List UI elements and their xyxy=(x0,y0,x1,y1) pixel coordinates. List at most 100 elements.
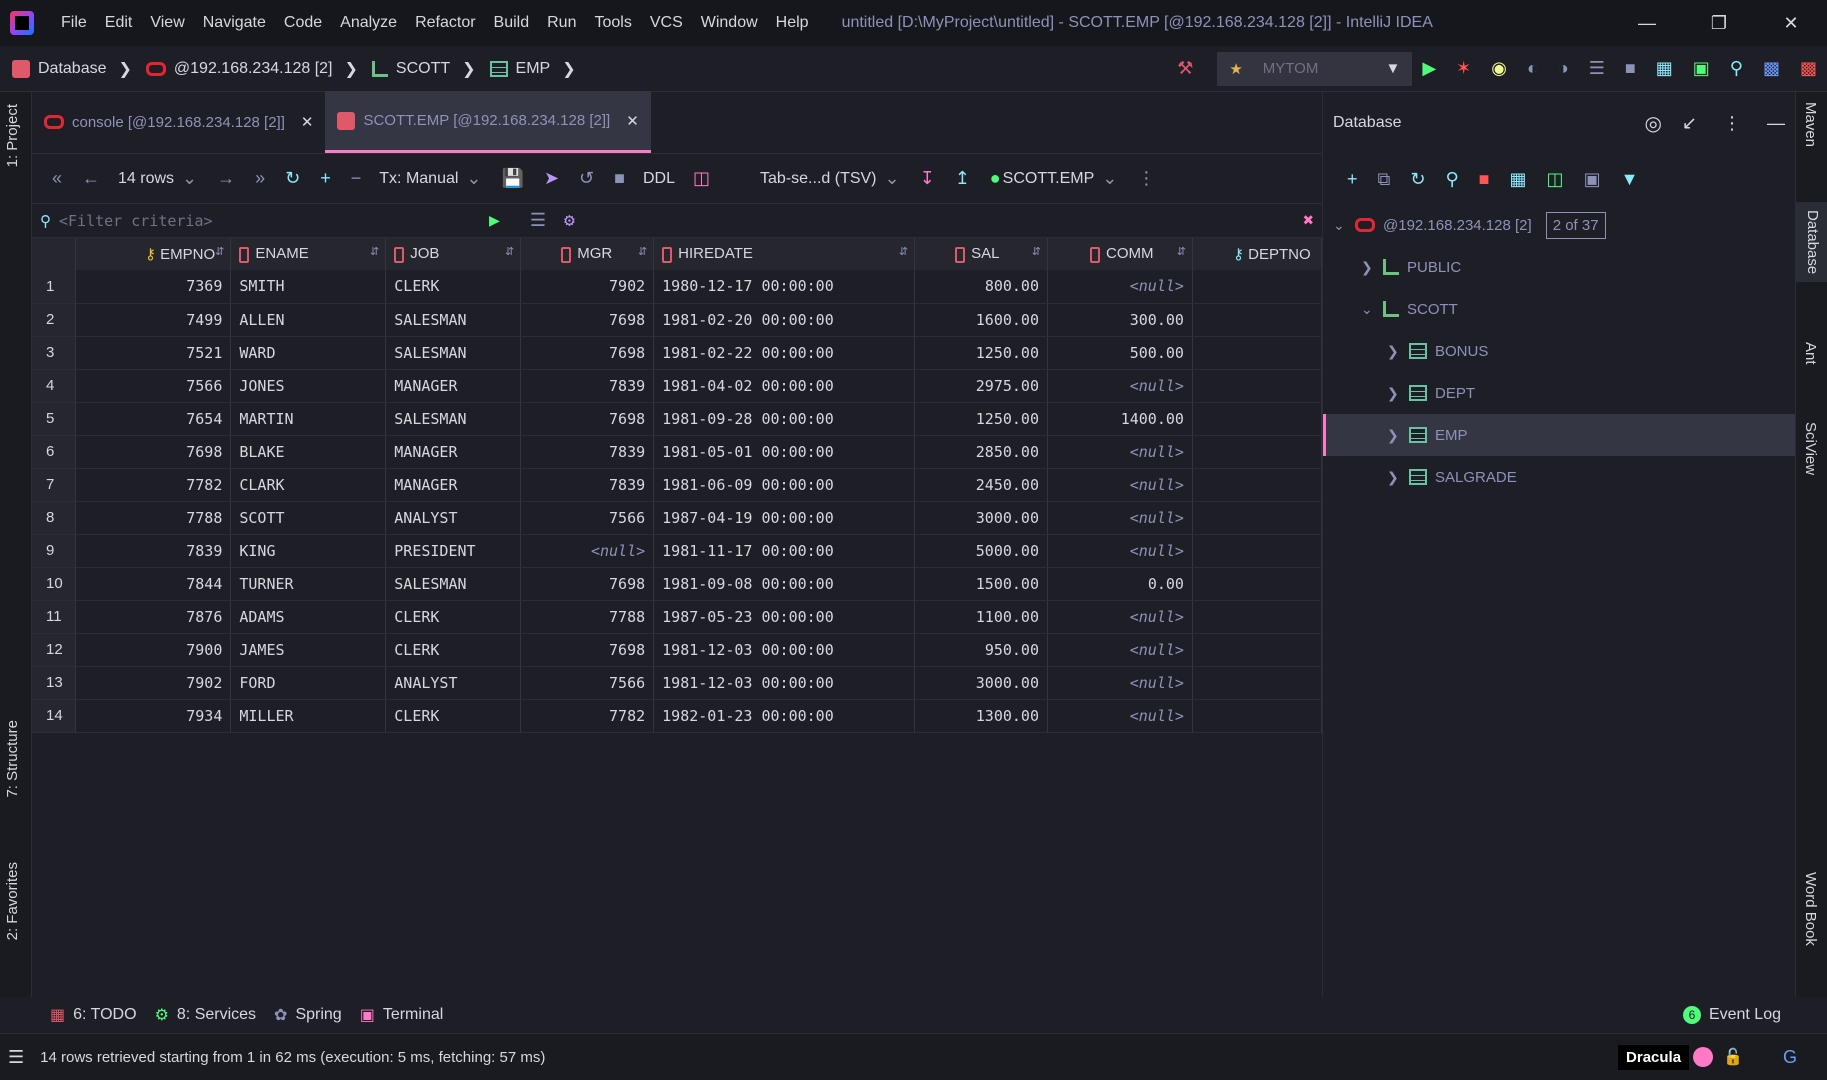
grid-cell-empno[interactable]: 7902 xyxy=(75,666,232,700)
grid-cell-empno[interactable]: 7788 xyxy=(75,501,232,535)
console-icon[interactable]: ▣ xyxy=(1584,169,1601,190)
grid-cell-ename[interactable]: TURNER xyxy=(230,567,387,601)
grid-cell-empno[interactable]: 7934 xyxy=(75,699,232,733)
close-tab-icon[interactable]: ✕ xyxy=(301,113,314,131)
grid-cell-hiredate[interactable]: 1981-02-20 00:00:00 xyxy=(653,303,916,337)
column-header-sal[interactable]: SAL ⇵ xyxy=(914,238,1048,270)
apply-filter-icon[interactable]: ▶ xyxy=(489,210,500,231)
wordbook-tool-tab[interactable]: Word Book xyxy=(1802,872,1819,946)
grid-cell-ename[interactable]: ALLEN xyxy=(230,303,387,337)
grid-cell-deptno[interactable] xyxy=(1192,600,1323,634)
favorites-tool-tab[interactable]: 2: Favorites xyxy=(4,862,21,940)
grid-cell-mgr[interactable]: 7698 xyxy=(520,633,655,667)
grid-cell-deptno[interactable] xyxy=(1192,336,1323,370)
grid-cell-sal[interactable]: 1300.00 xyxy=(914,699,1048,733)
filter-input[interactable]: <Filter criteria> xyxy=(59,212,479,230)
grid-cell-hiredate[interactable]: 1981-06-09 00:00:00 xyxy=(653,468,916,502)
transaction-mode-select[interactable]: Tx: Manual xyxy=(379,170,458,188)
grid-cell-sal[interactable]: 1250.00 xyxy=(914,402,1048,436)
grid-cell-mgr[interactable]: 7788 xyxy=(520,600,655,634)
menu-window[interactable]: Window xyxy=(692,14,767,32)
run-icon[interactable]: ▶ xyxy=(1422,58,1436,79)
row-number[interactable]: 2 xyxy=(32,303,77,337)
grid-cell-comm[interactable]: <null> xyxy=(1047,369,1193,403)
clear-filter-icon[interactable]: ✖ xyxy=(1303,210,1314,231)
disconnect-icon[interactable]: ■ xyxy=(1479,169,1490,190)
refresh-icon[interactable]: ↻ xyxy=(285,168,300,189)
grid-cell-empno[interactable]: 7566 xyxy=(75,369,232,403)
table-row[interactable]: 8 7788 SCOTT ANALYST 7566 1987-04-19 00:00:00… xyxy=(32,501,1323,535)
grid-cell-comm[interactable]: <null> xyxy=(1047,501,1193,535)
grid-cell-deptno[interactable] xyxy=(1192,402,1323,436)
grid-cell-hiredate[interactable]: 1981-12-03 00:00:00 xyxy=(653,633,916,667)
event-log-button[interactable]: 6 Event Log xyxy=(1682,1006,1781,1024)
todo-tool-button[interactable]: ▦ 6: TODO xyxy=(50,1005,137,1025)
row-count-select[interactable]: 14 rows xyxy=(118,170,174,188)
grid-cell-deptno[interactable] xyxy=(1192,567,1323,601)
menu-refactor[interactable]: Refactor xyxy=(406,14,484,32)
column-header-hiredate[interactable]: HIREDATE ⇵ xyxy=(653,238,916,270)
grid-cell-comm[interactable]: <null> xyxy=(1047,270,1193,304)
project-tool-tab[interactable]: 1: Project xyxy=(4,104,21,167)
grid-cell-job[interactable]: CLERK xyxy=(385,633,522,667)
menu-run[interactable]: Run xyxy=(538,14,585,32)
grid-cell-sal[interactable]: 3000.00 xyxy=(914,501,1048,535)
close-tab-icon[interactable]: ✕ xyxy=(626,112,639,130)
grid-cell-hiredate[interactable]: 1981-04-02 00:00:00 xyxy=(653,369,916,403)
search-everywhere-icon[interactable]: ⚲ xyxy=(1730,58,1743,79)
more-options-icon[interactable]: ⋮ xyxy=(1137,168,1155,189)
target-table-select[interactable]: SCOTT.EMP xyxy=(1003,170,1095,188)
grid-cell-comm[interactable]: 500.00 xyxy=(1047,336,1193,370)
grid-cell-hiredate[interactable]: 1981-09-28 00:00:00 xyxy=(653,402,916,436)
google-translate-icon[interactable]: ▩ xyxy=(1800,58,1817,79)
layers-icon[interactable]: ☰ xyxy=(8,1047,24,1068)
grid-cell-mgr[interactable]: 7698 xyxy=(520,303,655,337)
grid-cell-job[interactable]: CLERK xyxy=(385,270,522,304)
filter-icon[interactable]: ▼ xyxy=(1621,169,1639,190)
stop-icon[interactable]: ■ xyxy=(1625,58,1636,79)
menu-vcs[interactable]: VCS xyxy=(641,14,692,32)
restore-icon[interactable]: ❐ xyxy=(1683,13,1755,34)
table-row[interactable]: 7 7782 CLARK MANAGER 7839 1981-06-09 00:00:00… xyxy=(32,468,1323,502)
menu-analyze[interactable]: Analyze xyxy=(331,14,406,32)
ddl-button[interactable]: DDL xyxy=(643,170,675,188)
grid-cell-deptno[interactable] xyxy=(1192,270,1323,304)
hide-panel-icon[interactable]: — xyxy=(1767,113,1785,134)
grid-cell-comm[interactable]: <null> xyxy=(1047,468,1193,502)
refresh-icon[interactable]: ↻ xyxy=(1410,169,1425,190)
stop-query-icon[interactable]: ■ xyxy=(614,168,625,189)
spring-tool-button[interactable]: ✿ Spring xyxy=(274,1005,342,1025)
grid-cell-sal[interactable]: 2850.00 xyxy=(914,435,1048,469)
row-number[interactable]: 10 xyxy=(32,567,77,601)
grid-cell-sal[interactable]: 1250.00 xyxy=(914,336,1048,370)
google-icon[interactable]: G xyxy=(1783,1047,1797,1068)
grid-cell-ename[interactable]: JONES xyxy=(230,369,387,403)
grid-cell-sal[interactable]: 3000.00 xyxy=(914,666,1048,700)
tab-scott-emp[interactable]: SCOTT.EMP [@192.168.234.128 [2]] ✕ xyxy=(325,91,651,153)
table-row[interactable]: 12 7900 JAMES CLERK 7698 1981-12-03 00:00:00 9… xyxy=(32,633,1323,667)
run-list-icon[interactable]: ☰ xyxy=(1589,58,1605,79)
menu-help[interactable]: Help xyxy=(767,14,818,32)
tree-schema-scott[interactable]: ⌄ SCOTT xyxy=(1323,288,1795,330)
grid-cell-empno[interactable]: 7782 xyxy=(75,468,232,502)
grid-cell-comm[interactable]: <null> xyxy=(1047,534,1193,568)
menu-code[interactable]: Code xyxy=(275,14,331,32)
menu-navigate[interactable]: Navigate xyxy=(194,14,275,32)
sort-icon[interactable]: ⇵ xyxy=(215,245,224,258)
first-page-icon[interactable]: « xyxy=(52,168,62,189)
grid-cell-sal[interactable]: 2975.00 xyxy=(914,369,1048,403)
grid-cell-comm[interactable]: <null> xyxy=(1047,666,1193,700)
sort-icon[interactable]: ⇵ xyxy=(370,245,379,258)
ant-tool-tab[interactable]: Ant xyxy=(1802,342,1819,365)
project-structure-icon[interactable]: ▦ xyxy=(1656,58,1673,79)
grid-cell-ename[interactable]: BLAKE xyxy=(230,435,387,469)
grid-cell-hiredate[interactable]: 1987-04-19 00:00:00 xyxy=(653,501,916,535)
grid-cell-ename[interactable]: KING xyxy=(230,534,387,568)
close-window-icon[interactable]: ✕ xyxy=(1755,13,1827,34)
grid-cell-comm[interactable]: <null> xyxy=(1047,435,1193,469)
grid-cell-job[interactable]: CLERK xyxy=(385,600,522,634)
gear-icon[interactable]: ⚙ xyxy=(564,210,575,231)
add-row-icon[interactable]: + xyxy=(320,168,331,189)
import-icon[interactable]: ↥ xyxy=(955,168,970,189)
schema-filter-icon[interactable]: ⚲ xyxy=(1445,169,1458,190)
